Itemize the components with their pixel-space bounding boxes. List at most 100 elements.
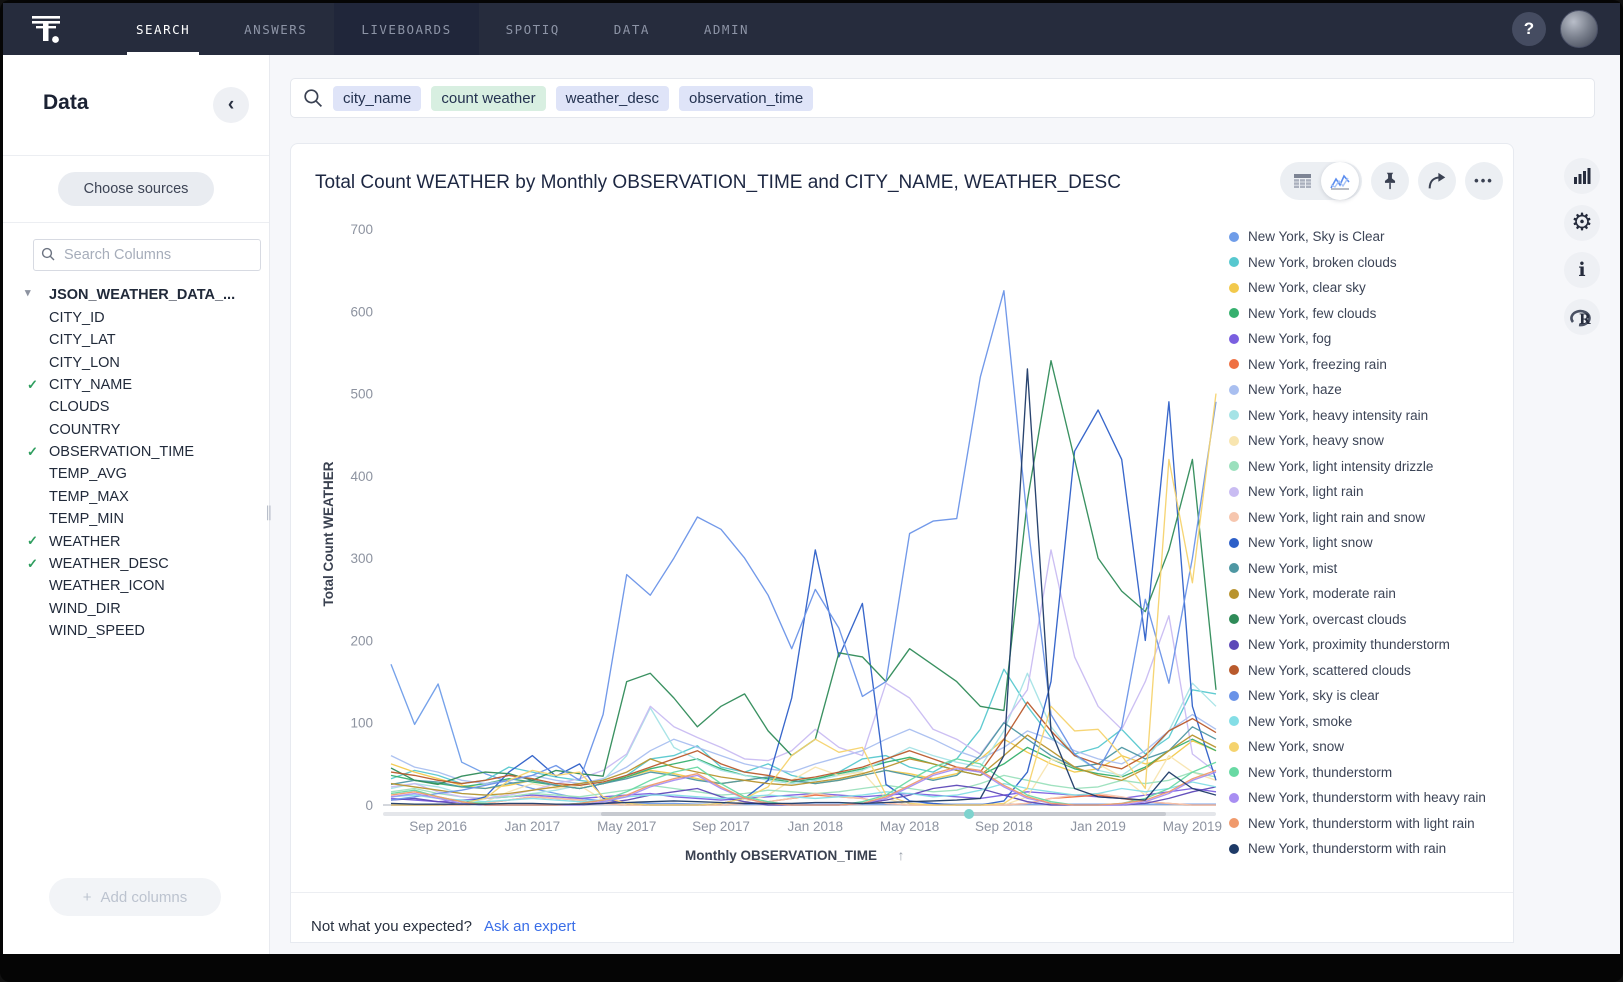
chart-view-button[interactable] bbox=[1321, 162, 1359, 200]
column-item-weather_icon[interactable]: WEATHER_ICON bbox=[3, 576, 269, 598]
legend-item[interactable]: New York, light snow bbox=[1229, 530, 1511, 556]
line-chart[interactable]: 0100200300400500600700Sep 2016Jan 2017Ma… bbox=[311, 204, 1231, 872]
search-icon bbox=[303, 88, 323, 108]
table-view-button[interactable] bbox=[1283, 162, 1321, 200]
series-line[interactable] bbox=[391, 361, 1216, 785]
legend-label: New York, overcast clouds bbox=[1248, 612, 1406, 627]
column-item-city_id[interactable]: CITY_ID bbox=[3, 307, 269, 329]
legend-item[interactable]: New York, light rain and snow bbox=[1229, 505, 1511, 531]
column-item-weather_desc[interactable]: ✓WEATHER_DESC bbox=[3, 554, 269, 576]
help-button[interactable]: ? bbox=[1512, 12, 1546, 46]
legend-item[interactable]: New York, thunderstorm with rain bbox=[1229, 836, 1511, 862]
chart-type-button[interactable] bbox=[1564, 158, 1600, 194]
column-item-country[interactable]: COUNTRY bbox=[3, 419, 269, 441]
legend-item[interactable]: New York, overcast clouds bbox=[1229, 607, 1511, 633]
legend-item[interactable]: New York, smoke bbox=[1229, 709, 1511, 735]
answer-card: Total Count WEATHER by Monthly OBSERVATI… bbox=[290, 143, 1514, 943]
series-line[interactable] bbox=[391, 394, 1216, 805]
column-item-city_lon[interactable]: CITY_LON bbox=[3, 352, 269, 374]
legend-item[interactable]: New York, snow bbox=[1229, 734, 1511, 760]
svg-text:May 2018: May 2018 bbox=[880, 819, 939, 834]
svg-text:May 2019: May 2019 bbox=[1163, 819, 1222, 834]
nav-tab-answers[interactable]: ANSWERS bbox=[217, 3, 334, 55]
legend-dot bbox=[1229, 257, 1239, 267]
pin-button[interactable] bbox=[1371, 162, 1409, 200]
svg-text:300: 300 bbox=[350, 551, 373, 566]
series-line[interactable] bbox=[391, 291, 1216, 800]
legend-label: New York, light intensity drizzle bbox=[1248, 459, 1433, 474]
legend-label: New York, heavy intensity rain bbox=[1248, 408, 1428, 423]
legend-item[interactable]: New York, moderate rain bbox=[1229, 581, 1511, 607]
settings-button[interactable]: ⚙ bbox=[1564, 205, 1600, 241]
series-line[interactable] bbox=[391, 369, 1216, 804]
legend-item[interactable]: New York, heavy intensity rain bbox=[1229, 403, 1511, 429]
nav-tab-spotiq[interactable]: SPOTIQ bbox=[479, 3, 587, 55]
column-item-weather[interactable]: ✓WEATHER bbox=[3, 531, 269, 553]
column-item-city_lat[interactable]: CITY_LAT bbox=[3, 330, 269, 352]
legend-item[interactable]: New York, sky is clear bbox=[1229, 683, 1511, 709]
legend-label: New York, fog bbox=[1248, 331, 1331, 346]
legend-item[interactable]: New York, few clouds bbox=[1229, 301, 1511, 327]
search-token-count-weather[interactable]: count weather bbox=[431, 86, 545, 111]
legend-label: New York, few clouds bbox=[1248, 306, 1376, 321]
legend-item[interactable]: New York, thunderstorm bbox=[1229, 760, 1511, 786]
column-item-city_name[interactable]: ✓CITY_NAME bbox=[3, 375, 269, 397]
sidebar-header: Data ‹ bbox=[3, 55, 269, 156]
legend-dot bbox=[1229, 410, 1239, 420]
legend-item[interactable]: New York, mist bbox=[1229, 556, 1511, 582]
legend-item[interactable]: New York, haze bbox=[1229, 377, 1511, 403]
column-item-wind_speed[interactable]: WIND_SPEED bbox=[3, 621, 269, 643]
legend-item[interactable]: New York, heavy snow bbox=[1229, 428, 1511, 454]
ask-an-expert-link[interactable]: Ask an expert bbox=[484, 918, 576, 935]
legend-label: New York, freezing rain bbox=[1248, 357, 1387, 372]
nav-tab-search[interactable]: SEARCH bbox=[109, 3, 217, 55]
legend-item[interactable]: New York, broken clouds bbox=[1229, 250, 1511, 276]
search-token-observation_time[interactable]: observation_time bbox=[679, 86, 813, 111]
share-arrow-icon bbox=[1426, 170, 1448, 192]
add-columns-button[interactable]: + Add columns bbox=[49, 878, 221, 916]
legend-item[interactable]: New York, light intensity drizzle bbox=[1229, 454, 1511, 480]
r-analysis-button[interactable]: R bbox=[1564, 299, 1600, 335]
choose-sources-button[interactable]: Choose sources bbox=[58, 172, 215, 206]
legend-item[interactable]: New York, clear sky bbox=[1229, 275, 1511, 301]
legend-label: New York, smoke bbox=[1248, 714, 1352, 729]
info-button[interactable]: i bbox=[1564, 252, 1600, 288]
table-name[interactable]: ▾JSON_WEATHER_DATA_... bbox=[3, 285, 269, 307]
legend-item[interactable]: New York, thunderstorm with light rain bbox=[1229, 811, 1511, 837]
search-columns-input[interactable] bbox=[33, 239, 261, 271]
thoughtspot-logo-icon[interactable] bbox=[29, 12, 63, 46]
ellipsis-icon: ••• bbox=[1474, 176, 1494, 186]
legend-item[interactable]: New York, light rain bbox=[1229, 479, 1511, 505]
series-line[interactable] bbox=[391, 402, 1216, 805]
legend-item[interactable]: New York, fog bbox=[1229, 326, 1511, 352]
column-item-temp_min[interactable]: TEMP_MIN bbox=[3, 509, 269, 531]
search-token-weather_desc[interactable]: weather_desc bbox=[556, 86, 669, 111]
nav-tab-admin[interactable]: ADMIN bbox=[677, 3, 776, 55]
svg-text:May 2017: May 2017 bbox=[597, 819, 656, 834]
column-item-observation_time[interactable]: ✓OBSERVATION_TIME bbox=[3, 442, 269, 464]
search-token-city_name[interactable]: city_name bbox=[333, 86, 421, 111]
legend-item[interactable]: New York, proximity thunderstorm bbox=[1229, 632, 1511, 658]
column-item-clouds[interactable]: CLOUDS bbox=[3, 397, 269, 419]
legend-item[interactable]: New York, scattered clouds bbox=[1229, 658, 1511, 684]
column-item-wind_dir[interactable]: WIND_DIR bbox=[3, 598, 269, 620]
legend-item[interactable]: New York, thunderstorm with heavy rain bbox=[1229, 785, 1511, 811]
legend-dot bbox=[1229, 538, 1239, 548]
sidebar-resize-handle[interactable]: ∥ bbox=[265, 503, 275, 529]
legend-label: New York, haze bbox=[1248, 382, 1342, 397]
legend-item[interactable]: New York, freezing rain bbox=[1229, 352, 1511, 378]
sidebar-collapse-button[interactable]: ‹ bbox=[213, 87, 249, 123]
add-columns-label: Add columns bbox=[101, 889, 188, 906]
more-options-button[interactable]: ••• bbox=[1465, 162, 1503, 200]
column-item-temp_max[interactable]: TEMP_MAX bbox=[3, 486, 269, 508]
user-avatar[interactable] bbox=[1560, 10, 1598, 48]
column-item-temp_avg[interactable]: TEMP_AVG bbox=[3, 464, 269, 486]
share-button[interactable] bbox=[1418, 162, 1456, 200]
chevron-down-icon[interactable]: ▾ bbox=[25, 286, 31, 302]
legend-item[interactable]: New York, Sky is Clear bbox=[1229, 224, 1511, 250]
nav-tab-liveboards[interactable]: LIVEBOARDS bbox=[334, 3, 478, 55]
legend-dot bbox=[1229, 283, 1239, 293]
nav-tab-data[interactable]: DATA bbox=[587, 3, 677, 55]
app-content: SEARCHANSWERSLIVEBOARDSSPOTIQDATAADMIN ?… bbox=[3, 3, 1620, 954]
search-bar[interactable]: city_name count weather weather_desc observ… bbox=[290, 78, 1595, 118]
